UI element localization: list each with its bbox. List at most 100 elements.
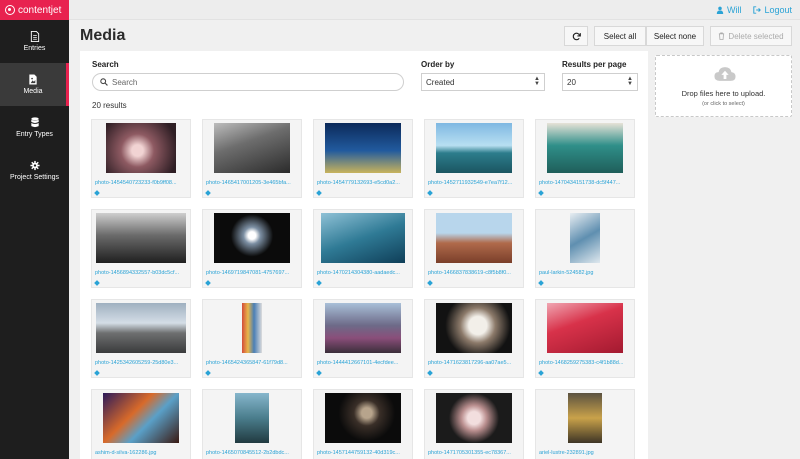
tag-icon[interactable] — [316, 280, 322, 286]
order-by-select[interactable]: Created ▲ ▼ — [421, 73, 545, 91]
media-thumbnail[interactable] — [436, 123, 512, 173]
media-filename[interactable]: photo-1469719847081-4757697... — [206, 270, 300, 276]
sidebar-item-media[interactable]: Media — [0, 63, 69, 106]
tag-icon[interactable] — [538, 190, 544, 196]
media-filename[interactable]: ashim-d-silva-162286.jpg — [95, 450, 189, 456]
sidebar-item-project-settings[interactable]: Project Settings — [0, 149, 69, 192]
user-icon — [716, 6, 724, 14]
media-card[interactable]: photo-1454540723233-f0b9ff08... — [91, 119, 191, 198]
tag-icon[interactable] — [94, 190, 100, 196]
logout-icon — [753, 6, 762, 14]
results-count: 20 results — [92, 101, 127, 110]
media-card[interactable]: photo-1471705301355-ec78367... — [424, 389, 524, 459]
select-none-button[interactable]: Select none — [646, 26, 704, 46]
media-card[interactable]: photo-1466837838619-c8f5b8f0... — [424, 209, 524, 288]
tag-icon[interactable] — [427, 370, 433, 376]
media-card[interactable]: photo-1468259275383-c4f1b88d... — [535, 299, 635, 378]
media-filename[interactable]: photo-1470214304380-aadaedc... — [317, 270, 411, 276]
user-menu[interactable]: Will — [716, 5, 742, 15]
tag-icon[interactable] — [316, 370, 322, 376]
upload-dropzone[interactable]: Drop files here to upload. (or click to … — [655, 55, 792, 117]
tag-icon[interactable] — [538, 370, 544, 376]
media-card[interactable]: photo-1469719847081-4757697... — [202, 209, 302, 288]
media-filename[interactable]: photo-1444412667101-4ecfdee... — [317, 360, 411, 366]
media-thumbnail[interactable] — [242, 303, 262, 353]
media-card[interactable]: photo-1465070845512-2b2dbdc... — [202, 389, 302, 459]
media-card[interactable]: photo-1465417001205-3e465bfa... — [202, 119, 302, 198]
media-thumbnail[interactable] — [436, 303, 512, 353]
media-card[interactable]: photo-1444412667101-4ecfdee... — [313, 299, 413, 378]
media-filename[interactable]: photo-1452711932549-e7ea7f12... — [428, 180, 522, 186]
media-filename[interactable]: ariel-lustre-232891.jpg — [539, 450, 633, 456]
sidebar-item-entry-types[interactable]: Entry Types — [0, 106, 69, 149]
media-thumbnail[interactable] — [325, 303, 401, 353]
user-name: Will — [726, 5, 742, 15]
media-filename[interactable]: photo-1456894332557-b03dc5cf... — [95, 270, 189, 276]
logout-label: Logout — [764, 5, 792, 15]
media-card[interactable]: ashim-d-silva-162286.jpg — [91, 389, 191, 459]
media-thumbnail[interactable] — [103, 393, 179, 443]
media-filename[interactable]: photo-1454540723233-f0b9ff08... — [95, 180, 189, 186]
media-filename[interactable]: photo-1470434151738-dc5f447... — [539, 180, 633, 186]
media-filename[interactable]: photo-1466837838619-c8f5b8f0... — [428, 270, 522, 276]
media-thumbnail[interactable] — [321, 213, 405, 263]
results-per-page-value: 20 — [567, 77, 576, 87]
tag-icon[interactable] — [205, 190, 211, 196]
gear-icon — [29, 160, 40, 171]
media-thumbnail[interactable] — [106, 123, 176, 173]
media-thumbnail[interactable] — [325, 393, 401, 443]
media-card[interactable]: ariel-lustre-232891.jpg — [535, 389, 635, 459]
media-filename[interactable]: photo-1468259275383-c4f1b88d... — [539, 360, 633, 366]
media-thumbnail[interactable] — [436, 393, 512, 443]
media-filename[interactable]: photo-1465424365847-61f79d8... — [206, 360, 300, 366]
tag-icon[interactable] — [205, 370, 211, 376]
tag-icon[interactable] — [94, 370, 100, 376]
media-card[interactable]: paul-larkin-524582.jpg — [535, 209, 635, 288]
select-all-button[interactable]: Select all — [594, 26, 646, 46]
media-card[interactable]: photo-1470214304380-aadaedc... — [313, 209, 413, 288]
sidebar-item-entries[interactable]: Entries — [0, 20, 69, 63]
page-title: Media — [80, 27, 126, 44]
media-thumbnail[interactable] — [214, 123, 290, 173]
search-input[interactable]: Search — [92, 73, 404, 91]
media-card[interactable]: photo-1454779132693-e5cd0a2... — [313, 119, 413, 198]
refresh-button[interactable] — [564, 26, 588, 46]
delete-selected-button[interactable]: Delete selected — [710, 26, 792, 46]
media-filename[interactable]: photo-1471623817296-aa07ae5... — [428, 360, 522, 366]
media-card[interactable]: photo-1470434151738-dc5f447... — [535, 119, 635, 198]
upload-text: Drop files here to upload. — [681, 89, 766, 98]
media-thumbnail[interactable] — [214, 213, 290, 263]
tag-icon[interactable] — [94, 280, 100, 286]
media-thumbnail[interactable] — [235, 393, 269, 443]
tag-icon[interactable] — [427, 280, 433, 286]
media-filename[interactable]: photo-1471705301355-ec78367... — [428, 450, 522, 456]
media-thumbnail[interactable] — [568, 393, 602, 443]
media-filename[interactable]: photo-1454779132693-e5cd0a2... — [317, 180, 411, 186]
tag-icon[interactable] — [205, 280, 211, 286]
media-card[interactable]: photo-1456894332557-b03dc5cf... — [91, 209, 191, 288]
media-thumbnail[interactable] — [547, 303, 623, 353]
logo[interactable]: contentjet — [0, 0, 69, 20]
media-thumbnail[interactable] — [325, 123, 401, 173]
media-thumbnail[interactable] — [96, 213, 186, 263]
media-card[interactable]: photo-1471623817296-aa07ae5... — [424, 299, 524, 378]
logout-link[interactable]: Logout — [753, 5, 792, 15]
media-card[interactable]: photo-1457144759132-40d319c... — [313, 389, 413, 459]
media-thumbnail[interactable] — [547, 123, 623, 173]
tag-icon[interactable] — [538, 280, 544, 286]
tag-icon[interactable] — [316, 190, 322, 196]
media-card[interactable]: photo-1452711932549-e7ea7f12... — [424, 119, 524, 198]
media-card[interactable]: photo-1425342605259-25d80e3... — [91, 299, 191, 378]
media-filename[interactable]: photo-1425342605259-25d80e3... — [95, 360, 189, 366]
sidebar-item-label: Entry Types — [16, 131, 53, 138]
results-per-page-select[interactable]: 20 ▲ ▼ — [562, 73, 638, 91]
media-card[interactable]: photo-1465424365847-61f79d8... — [202, 299, 302, 378]
media-filename[interactable]: photo-1457144759132-40d319c... — [317, 450, 411, 456]
media-filename[interactable]: photo-1465417001205-3e465bfa... — [206, 180, 300, 186]
tag-icon[interactable] — [427, 190, 433, 196]
media-thumbnail[interactable] — [96, 303, 186, 353]
media-thumbnail[interactable] — [570, 213, 600, 263]
media-filename[interactable]: photo-1465070845512-2b2dbdc... — [206, 450, 300, 456]
media-filename[interactable]: paul-larkin-524582.jpg — [539, 270, 633, 276]
media-thumbnail[interactable] — [436, 213, 512, 263]
